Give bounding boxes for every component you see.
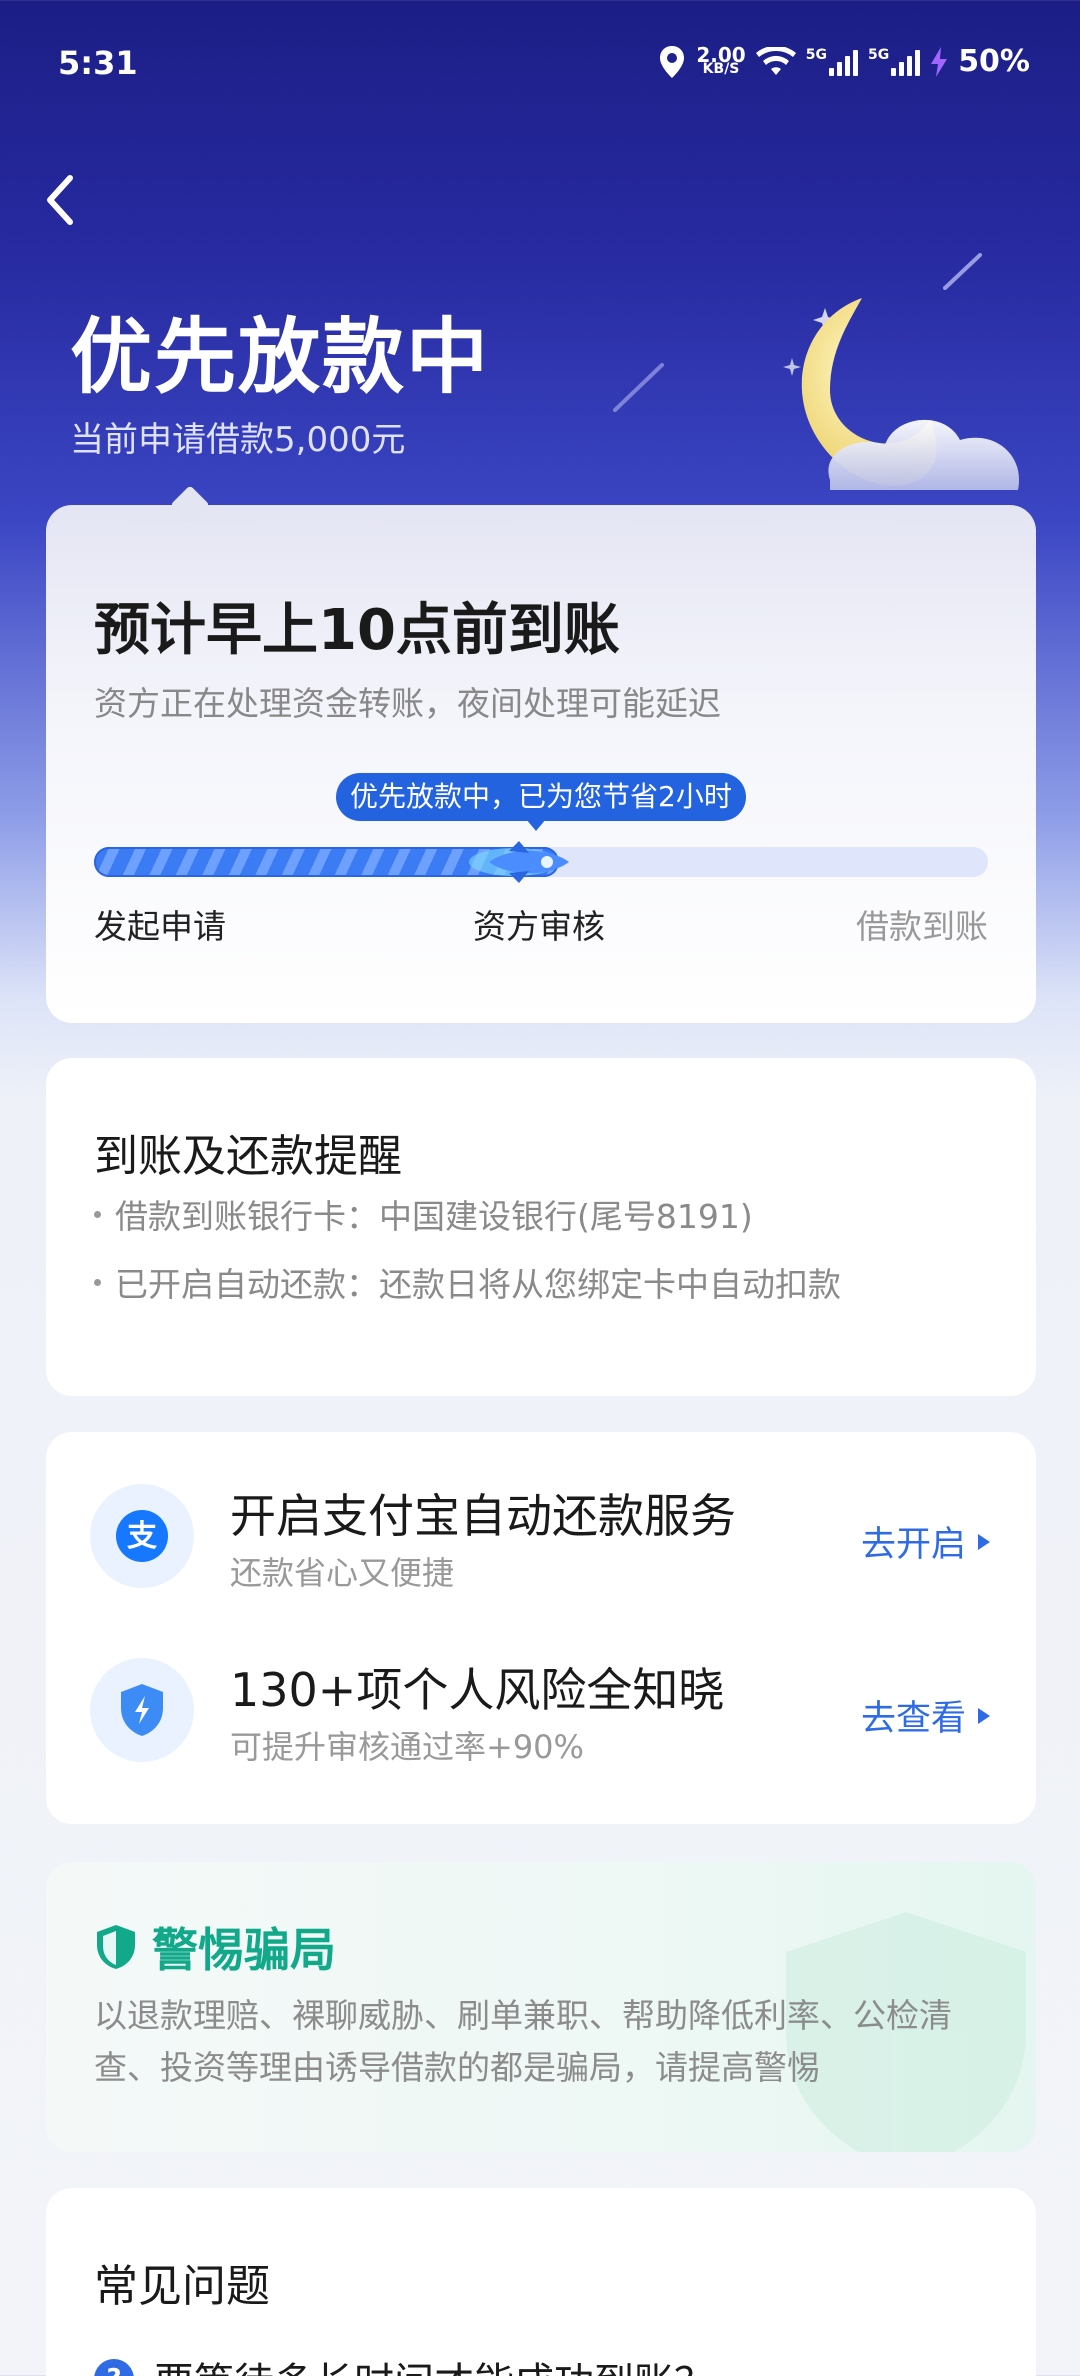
list-item: 已开启自动还款：还款日将从您绑定卡中自动扣款: [94, 1258, 841, 1306]
enable-button[interactable]: 去开启: [861, 1516, 990, 1567]
loan-amount-subtitle: 当前申请借款5,000元: [70, 420, 406, 460]
net-speed-value: 2.00: [696, 42, 746, 67]
bullet-icon: [94, 1210, 101, 1218]
fraud-text: 以退款理赔、裸聊威胁、刷单兼职、帮助降低利率、公检清查、投资等理由诱导借款的都是…: [94, 1996, 952, 2087]
reminder-card: 到账及还款提醒 借款到账银行卡：中国建设银行(尾号8191) 已开启自动还款：还…: [46, 1058, 1036, 1396]
service-title: 130+项个人风险全知晓: [230, 1663, 725, 1717]
eta-description: 资方正在处理资金转账，夜间处理可能延迟: [94, 684, 721, 723]
svg-text:支: 支: [127, 1519, 157, 1554]
faq-title: 常见问题: [94, 2261, 270, 2312]
step-review: 资方审核: [473, 907, 605, 946]
reminder-auto-repay: 已开启自动还款：还款日将从您绑定卡中自动扣款: [115, 1265, 841, 1304]
chevron-left-icon: [47, 175, 73, 225]
shield-bolt-icon: [90, 1658, 194, 1762]
reminder-title: 到账及还款提醒: [94, 1131, 402, 1182]
battery-level: 50%: [958, 44, 1030, 79]
question-icon: ?: [94, 2359, 134, 2376]
action-label: 去开启: [860, 1525, 966, 1565]
action-label: 去查看: [860, 1699, 966, 1739]
service-row-risk[interactable]: 130+项个人风险全知晓 可提升审核通过率+90% 去查看: [46, 1646, 1036, 1796]
faq-card: 常见问题 ? 要等待多长时间才能成功到账？: [46, 2188, 1036, 2376]
sim1-label: 5G: [805, 46, 827, 63]
sim2-label: 5G: [867, 46, 890, 63]
eta-title: 预计早上10点前到账: [94, 598, 620, 663]
progress-track: [94, 841, 988, 883]
fraud-title: 警惕骗局: [152, 1923, 336, 1977]
page-title: 优先放款中: [70, 310, 491, 405]
moon-illustration: [600, 250, 1040, 510]
service-subtitle: 还款省心又便捷: [230, 1554, 455, 1592]
net-speed: 2.00 KB/S: [696, 42, 746, 77]
fraud-header: 警惕骗局: [94, 1914, 336, 1980]
charging-icon: [931, 46, 948, 77]
caret-right-icon: [978, 1707, 990, 1724]
location-icon: [660, 45, 685, 78]
back-button[interactable]: [40, 170, 100, 240]
alipay-icon: 支: [90, 1484, 194, 1588]
status-bar: 5:31 2.00 KB/S 5G 5G 50%: [0, 0, 1080, 130]
rocket-icon: [468, 841, 569, 883]
faq-question-text: 要等待多长时间才能成功到账？: [154, 2350, 714, 2376]
card-notch: [170, 485, 210, 525]
service-title: 开启支付宝自动还款服务: [230, 1489, 736, 1543]
list-item: 借款到账银行卡：中国建设银行(尾号8191): [94, 1190, 753, 1238]
net-speed-unit: KB/S: [702, 60, 740, 77]
signal-icon: [891, 48, 921, 76]
priority-badge: 优先放款中，已为您节省2小时: [336, 773, 746, 831]
services-card: 支 开启支付宝自动还款服务 还款省心又便捷 去开启 130+项个人风险全知晓 可…: [46, 1432, 1036, 1824]
status-icons: 2.00 KB/S 5G 5G 50%: [658, 44, 1030, 79]
eta-card: 预计早上10点前到账 资方正在处理资金转账，夜间处理可能延迟 优先放款中，已为您…: [46, 485, 1036, 1023]
step-arrival: 借款到账: [856, 907, 988, 946]
signal-icon: [828, 48, 858, 76]
caret-right-icon: [978, 1533, 990, 1550]
bullet-icon: [94, 1278, 101, 1286]
reminder-bank-card: 借款到账银行卡：中国建设银行(尾号8191): [115, 1197, 753, 1236]
wifi-icon: [755, 46, 796, 75]
status-time: 5:31: [58, 44, 138, 82]
faq-question[interactable]: ? 要等待多长时间才能成功到账？: [94, 2350, 714, 2376]
service-row-alipay[interactable]: 支 开启支付宝自动还款服务 还款省心又便捷 去开启: [46, 1472, 1036, 1622]
fraud-warning-card: 警惕骗局 以退款理赔、裸聊威胁、刷单兼职、帮助降低利率、公检清查、投资等理由诱导…: [46, 1862, 1036, 2152]
step-apply: 发起申请: [94, 907, 226, 946]
shield-check-icon: [97, 1925, 135, 1969]
service-subtitle: 可提升审核通过率+90%: [230, 1728, 584, 1766]
view-button[interactable]: 去查看: [861, 1690, 990, 1741]
